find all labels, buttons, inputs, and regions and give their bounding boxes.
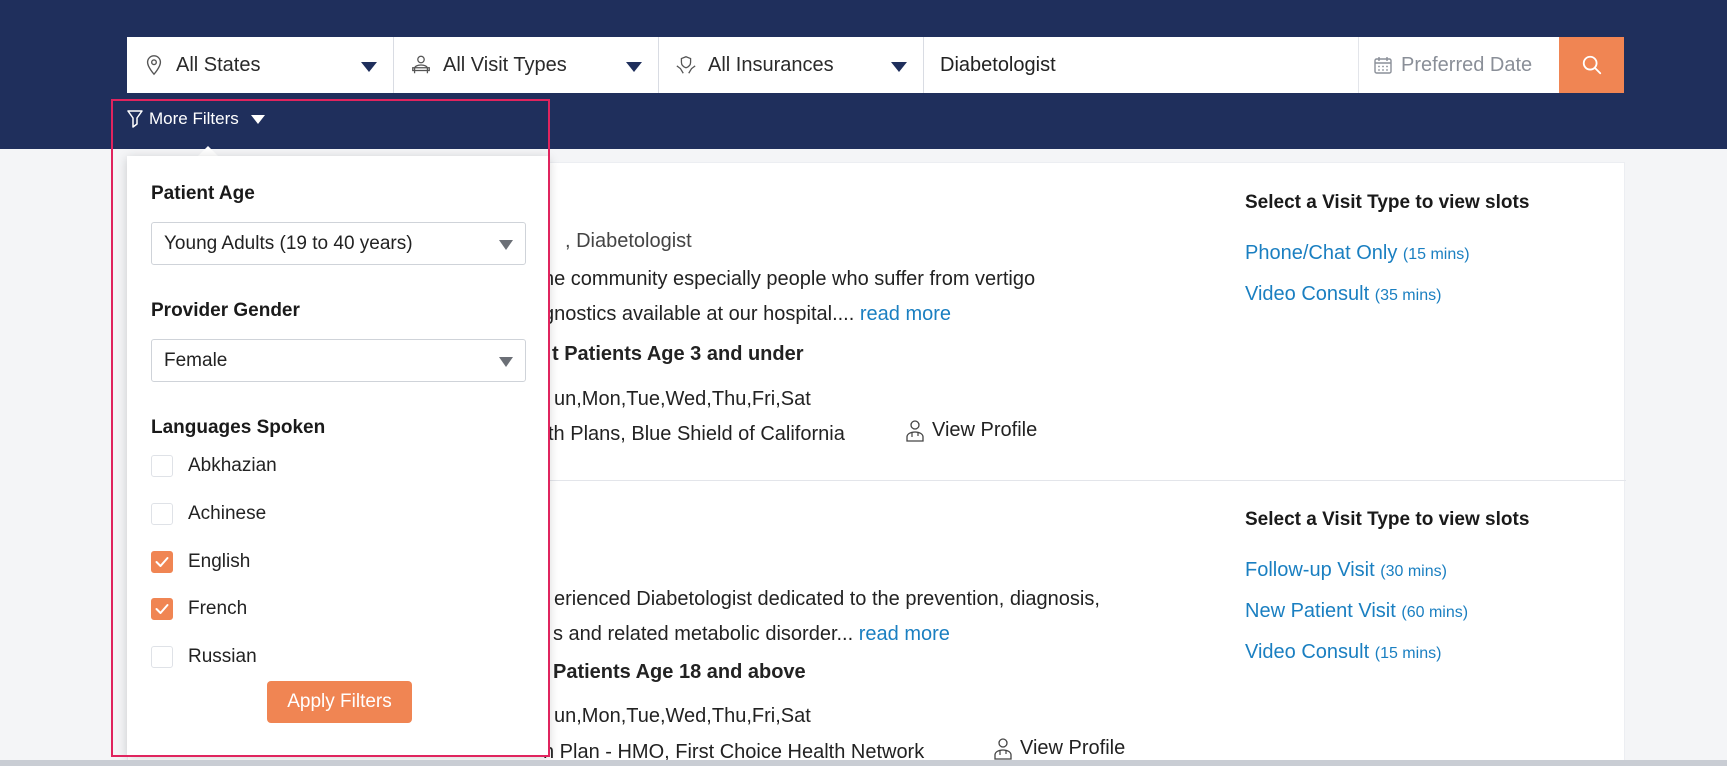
patient-age-value: Young Adults (19 to 40 years) <box>164 233 413 254</box>
provider-description-line2: gnostics available at our hospital.... r… <box>543 303 951 326</box>
provider-description-cont: s and related metabolic disorder... <box>553 623 854 645</box>
view-profile-link[interactable]: View Profile <box>994 737 1125 760</box>
age-restriction: t Patients Age 3 and under <box>552 343 804 365</box>
language-option-french[interactable]: French <box>151 598 247 620</box>
chevron-down-icon <box>499 240 513 250</box>
search-icon <box>1582 55 1601 75</box>
provider-gender-select[interactable]: Female <box>151 339 526 382</box>
insurance-select[interactable]: All Insurances <box>659 37 924 93</box>
search-button[interactable] <box>1559 37 1624 93</box>
more-filters-panel: Patient Age Young Adults (19 to 40 years… <box>127 156 549 756</box>
read-more-link[interactable]: read more <box>860 303 951 325</box>
slots-heading: Select a Visit Type to view slots <box>1245 509 1530 530</box>
provider-specialty: , Diabetologist <box>565 230 692 252</box>
view-profile-link[interactable]: View Profile <box>906 419 1037 442</box>
insurance-select-value: All Insurances <box>708 53 834 76</box>
language-name: Achinese <box>188 503 267 524</box>
provider-description: he community especially people who suffe… <box>543 268 1036 290</box>
patient-age-select[interactable]: Young Adults (19 to 40 years) <box>151 222 526 265</box>
language-option-abkhazian[interactable]: Abkhazian <box>151 455 277 477</box>
preferred-date-input[interactable]: Preferred Date <box>1359 37 1559 93</box>
view-profile-label: View Profile <box>932 419 1038 441</box>
slot-duration: (60 mins) <box>1401 604 1469 621</box>
insurance-hands-icon <box>676 56 696 74</box>
available-days: un,Mon,Tue,Wed,Thu,Fri,Sat <box>554 388 811 410</box>
patient-age-label: Patient Age <box>151 183 255 204</box>
doctor-desk-icon <box>412 55 430 74</box>
slot-duration: (15 mins) <box>1374 645 1442 662</box>
visit-type-select-value: All Visit Types <box>443 53 567 76</box>
state-select[interactable]: All States <box>127 37 394 93</box>
slot-name: Phone/Chat Only <box>1245 242 1398 264</box>
slot-name: Video Consult <box>1245 283 1370 305</box>
slot-video-consult[interactable]: Video Consult (15 mins) <box>1245 641 1441 664</box>
checkbox[interactable] <box>151 503 173 525</box>
provider-gender-label: Provider Gender <box>151 300 300 321</box>
language-name: English <box>188 551 251 572</box>
specialty-input-value: Diabetologist <box>940 53 1056 76</box>
checkbox-checked[interactable] <box>151 551 173 573</box>
doctor-icon <box>906 419 924 442</box>
slot-new-patient[interactable]: New Patient Visit (60 mins) <box>1245 600 1468 623</box>
language-option-achinese[interactable]: Achinese <box>151 503 266 525</box>
language-option-russian[interactable]: Russian <box>151 646 257 668</box>
slot-name: Video Consult <box>1245 641 1370 663</box>
specialty-input[interactable]: Diabetologist <box>924 37 1359 93</box>
bottom-divider <box>0 760 1727 766</box>
doctor-icon <box>994 737 1012 760</box>
language-name: French <box>188 598 248 619</box>
provider-description-cont: gnostics available at our hospital.... <box>543 303 855 325</box>
provider-description-line2: s and related metabolic disorder... read… <box>553 623 950 646</box>
apply-filters-button[interactable]: Apply Filters <box>267 681 412 723</box>
slot-name: Follow-up Visit <box>1245 559 1375 581</box>
slots-heading: Select a Visit Type to view slots <box>1245 192 1530 213</box>
slot-name: New Patient Visit <box>1245 600 1396 622</box>
language-option-english[interactable]: English <box>151 551 250 573</box>
more-filters-toggle[interactable]: More Filters <box>127 109 265 129</box>
provider-description: erienced Diabetologist dedicated to the … <box>554 588 1100 610</box>
checkbox[interactable] <box>151 455 173 477</box>
filter-panel-pointer <box>198 146 218 156</box>
language-name: Abkhazian <box>188 455 277 476</box>
chevron-down-icon <box>626 62 642 72</box>
slot-duration: (30 mins) <box>1380 563 1447 580</box>
read-more-link[interactable]: read more <box>859 623 950 645</box>
checkmark-icon <box>155 604 169 614</box>
checkbox[interactable] <box>151 646 173 668</box>
slot-duration: (15 mins) <box>1402 246 1470 263</box>
visit-type-select[interactable]: All Visit Types <box>394 37 659 93</box>
view-profile-label: View Profile <box>1020 737 1126 759</box>
chevron-down-icon <box>891 62 907 72</box>
checkbox-checked[interactable] <box>151 598 173 620</box>
slot-duration: (35 mins) <box>1374 287 1442 304</box>
slot-phone-chat[interactable]: Phone/Chat Only (15 mins) <box>1245 242 1470 265</box>
available-days: un,Mon,Tue,Wed,Thu,Fri,Sat <box>554 705 811 727</box>
chevron-down-icon <box>250 114 265 124</box>
slot-follow-up[interactable]: Follow-up Visit (30 mins) <box>1245 559 1447 582</box>
checkmark-icon <box>155 557 169 567</box>
provider-gender-value: Female <box>164 350 228 371</box>
chevron-down-icon <box>499 357 513 367</box>
preferred-date-placeholder: Preferred Date <box>1401 53 1533 76</box>
search-bar: All States All Visit Types All Insurance… <box>127 37 1624 93</box>
languages-label: Languages Spoken <box>151 417 326 438</box>
chevron-down-icon <box>361 62 377 72</box>
slot-video-consult[interactable]: Video Consult (35 mins) <box>1245 283 1441 306</box>
insurance-plans: th Plans, Blue Shield of California <box>548 423 845 445</box>
calendar-icon <box>1374 57 1392 74</box>
state-select-value: All States <box>176 53 261 76</box>
location-pin-icon <box>146 55 162 76</box>
age-restriction: Patients Age 18 and above <box>553 661 806 683</box>
filter-icon <box>127 110 143 128</box>
more-filters-label: More Filters <box>149 109 239 128</box>
language-name: Russian <box>188 646 257 667</box>
